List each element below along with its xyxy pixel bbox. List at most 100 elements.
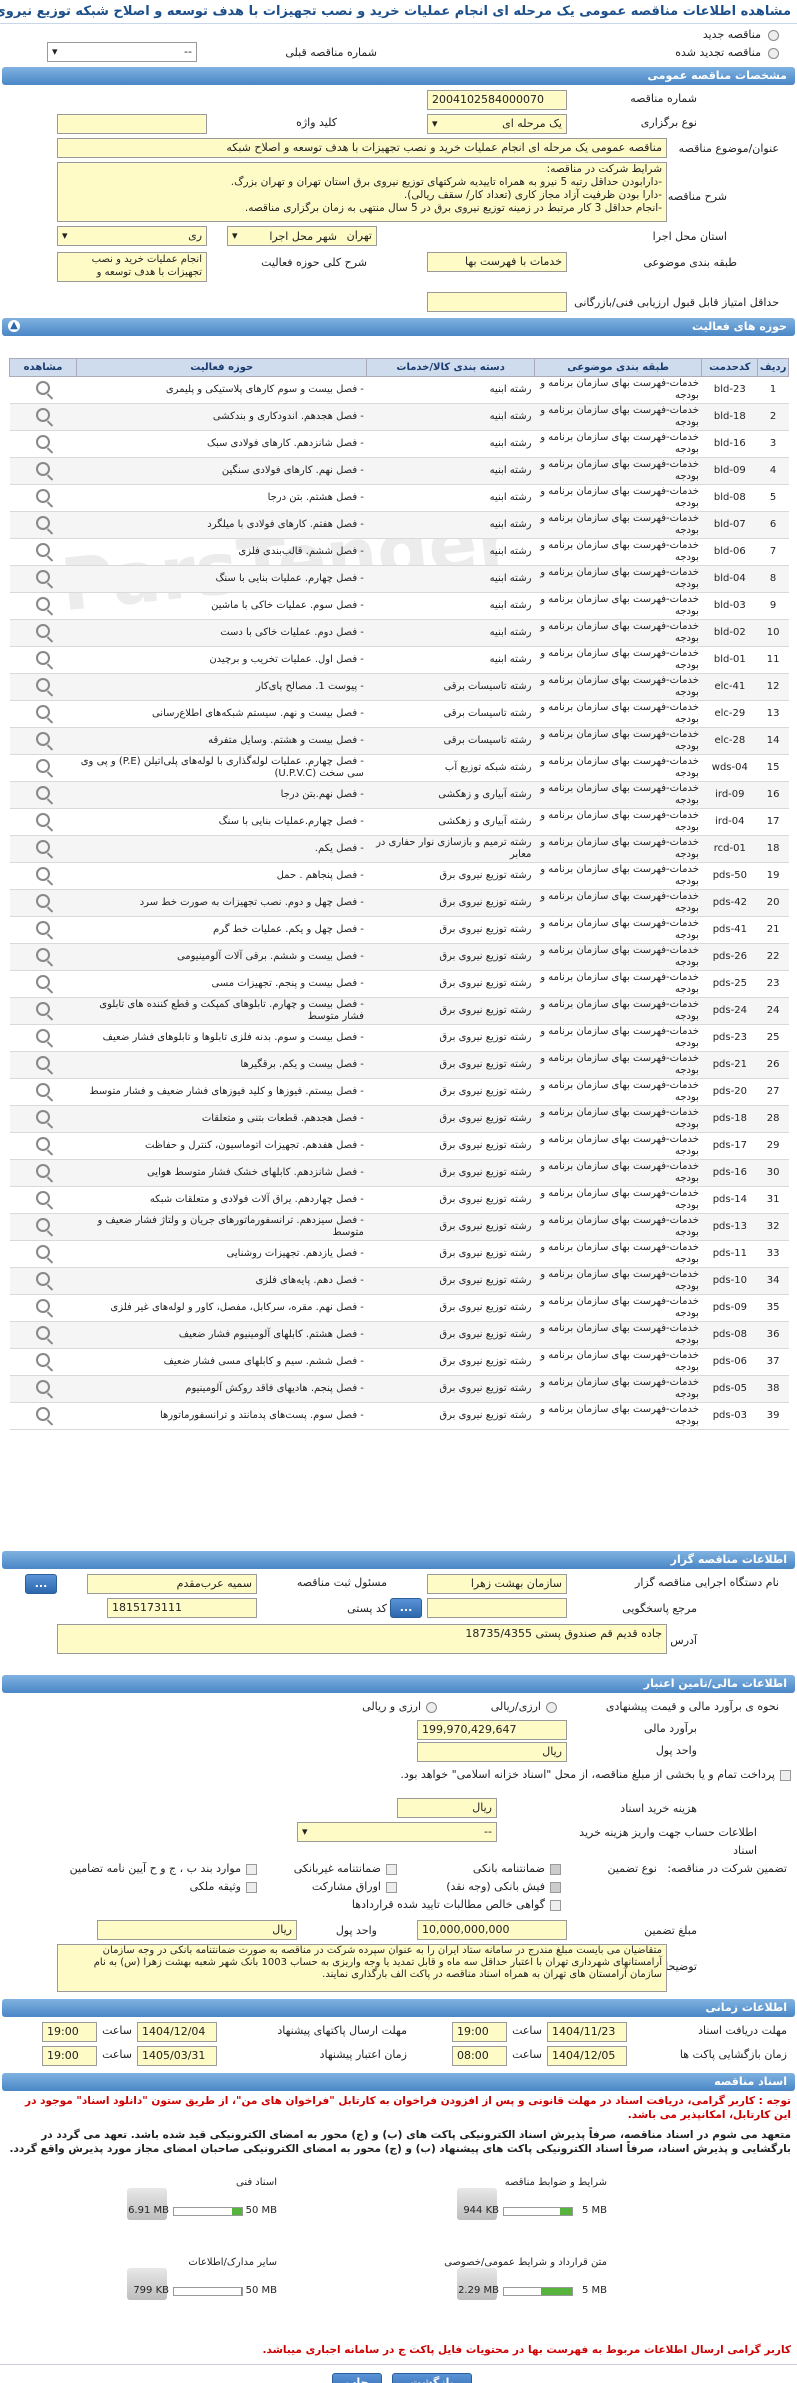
magnifier-icon[interactable] — [36, 1083, 51, 1097]
print-button[interactable]: چاپ — [332, 2373, 382, 2383]
view-cell[interactable] — [9, 862, 77, 890]
magnifier-icon[interactable] — [36, 1299, 51, 1313]
g2-checkbox[interactable] — [386, 1864, 397, 1875]
opt-fx-rial-radio[interactable] — [426, 1702, 437, 1713]
view-cell[interactable] — [9, 781, 77, 809]
g5-checkbox[interactable] — [386, 1882, 397, 1893]
magnifier-icon[interactable] — [36, 1056, 51, 1070]
amount-field[interactable]: 199,970,429,647 — [417, 1720, 567, 1740]
view-cell[interactable] — [9, 1348, 77, 1376]
view-cell[interactable] — [9, 1051, 77, 1079]
hold-type-select[interactable]: یک مرحله ای ▾ — [427, 114, 567, 134]
magnifier-icon[interactable] — [36, 1245, 51, 1259]
magnifier-icon[interactable] — [36, 759, 51, 773]
magnifier-icon[interactable] — [36, 1137, 51, 1151]
open-date-field[interactable]: 1404/12/05 — [547, 2046, 627, 2066]
g4-checkbox[interactable] — [550, 1882, 561, 1893]
magnifier-icon[interactable] — [36, 1353, 51, 1367]
tender-new-radio[interactable] — [768, 30, 779, 41]
view-cell[interactable] — [9, 430, 77, 458]
document-item[interactable]: شرایط و ضوابط مناقصه 5 MB 944 KB — [457, 2174, 607, 2229]
view-cell[interactable] — [9, 1240, 77, 1268]
view-cell[interactable] — [9, 1402, 77, 1430]
prev-number-select[interactable]: -- ▾ — [47, 42, 197, 62]
magnifier-icon[interactable] — [36, 867, 51, 881]
view-cell[interactable] — [9, 592, 77, 620]
magnifier-icon[interactable] — [36, 570, 51, 584]
view-cell[interactable] — [9, 889, 77, 917]
tender-number-field[interactable]: 2004102584000070 — [427, 90, 567, 110]
g-unit-field[interactable]: ریال — [97, 1920, 297, 1940]
postal-field[interactable]: 1815173111 — [107, 1598, 257, 1618]
view-cell[interactable] — [9, 565, 77, 593]
view-cell[interactable] — [9, 1375, 77, 1403]
magnifier-icon[interactable] — [36, 678, 51, 692]
view-cell[interactable] — [9, 727, 77, 755]
magnifier-icon[interactable] — [36, 1029, 51, 1043]
magnifier-icon[interactable] — [36, 516, 51, 530]
view-cell[interactable] — [9, 376, 77, 404]
g-amount-field[interactable]: 10,000,000,000 — [417, 1920, 567, 1940]
magnifier-icon[interactable] — [36, 840, 51, 854]
magnifier-icon[interactable] — [36, 705, 51, 719]
org-name-field[interactable]: سازمان بهشت زهرا — [427, 1574, 567, 1594]
view-cell[interactable] — [9, 1024, 77, 1052]
document-item[interactable]: سایر مدارک/اطلاعات 50 MB 799 KB — [127, 2254, 277, 2309]
send-time-field[interactable]: 19:00 — [452, 2022, 507, 2042]
responsible-field[interactable]: سمیه عرب‌مقدم — [87, 1574, 257, 1594]
tender-renew-radio[interactable] — [768, 48, 779, 59]
magnifier-icon[interactable] — [36, 1272, 51, 1286]
magnifier-icon[interactable] — [36, 732, 51, 746]
magnifier-icon[interactable] — [36, 1164, 51, 1178]
view-cell[interactable] — [9, 511, 77, 539]
magnifier-icon[interactable] — [36, 1191, 51, 1205]
view-cell[interactable] — [9, 943, 77, 971]
view-cell[interactable] — [9, 1267, 77, 1295]
magnifier-icon[interactable] — [36, 1407, 51, 1421]
view-cell[interactable] — [9, 403, 77, 431]
address-field[interactable]: جاده قدیم قم صندوق پستی 18735/4355 — [57, 1624, 667, 1654]
magnifier-icon[interactable] — [36, 597, 51, 611]
g6-checkbox[interactable] — [246, 1882, 257, 1893]
magnifier-icon[interactable] — [36, 543, 51, 557]
magnifier-icon[interactable] — [36, 921, 51, 935]
g7-checkbox[interactable] — [550, 1900, 561, 1911]
account-select[interactable]: -- ▾ — [297, 1822, 497, 1842]
scope-field[interactable]: انجام عملیات خرید و نصب تجهیزات با هدف ت… — [57, 252, 207, 282]
view-cell[interactable] — [9, 1132, 77, 1160]
magnifier-icon[interactable] — [36, 489, 51, 503]
view-cell[interactable] — [9, 1186, 77, 1214]
document-item[interactable]: متن قرارداد و شرایط عمومی/خصوصی 5 MB 2.29 … — [444, 2254, 607, 2309]
magnifier-icon[interactable] — [36, 381, 51, 395]
ref-lookup-button[interactable]: ... — [390, 1598, 422, 1618]
validity-time-field[interactable]: 19:00 — [42, 2046, 97, 2066]
validity-date-field[interactable]: 1405/03/31 — [137, 2046, 217, 2066]
open-time-field[interactable]: 08:00 — [452, 2046, 507, 2066]
magnifier-icon[interactable] — [36, 1110, 51, 1124]
city-select[interactable]: ری ▾ — [57, 226, 207, 246]
view-cell[interactable] — [9, 1321, 77, 1349]
magnifier-icon[interactable] — [36, 408, 51, 422]
g3-checkbox[interactable] — [246, 1864, 257, 1875]
magnifier-icon[interactable] — [36, 435, 51, 449]
magnifier-icon[interactable] — [36, 462, 51, 476]
view-cell[interactable] — [9, 1078, 77, 1106]
responsible-lookup-button[interactable]: ... — [25, 1574, 57, 1594]
magnifier-icon[interactable] — [36, 1002, 51, 1016]
conditions-field[interactable]: شرایط شرکت در مناقصه: -دارابودن حداقل رت… — [57, 162, 667, 222]
min-score-field[interactable] — [427, 292, 567, 312]
send-date-field[interactable]: 1404/11/23 — [547, 2022, 627, 2042]
unit-field[interactable]: ریال — [417, 1742, 567, 1762]
view-cell[interactable] — [9, 484, 77, 512]
magnifier-icon[interactable] — [36, 948, 51, 962]
view-cell[interactable] — [9, 835, 77, 863]
magnifier-icon[interactable] — [36, 651, 51, 665]
offer-date-field[interactable]: 1404/12/04 — [137, 2022, 217, 2042]
view-cell[interactable] — [9, 808, 77, 836]
view-cell[interactable] — [9, 916, 77, 944]
offer-time-field[interactable]: 19:00 — [42, 2022, 97, 2042]
view-cell[interactable] — [9, 457, 77, 485]
document-item[interactable]: اسناد فنی 50 MB 6.91 MB — [127, 2174, 277, 2229]
magnifier-icon[interactable] — [36, 786, 51, 800]
magnifier-icon[interactable] — [36, 894, 51, 908]
